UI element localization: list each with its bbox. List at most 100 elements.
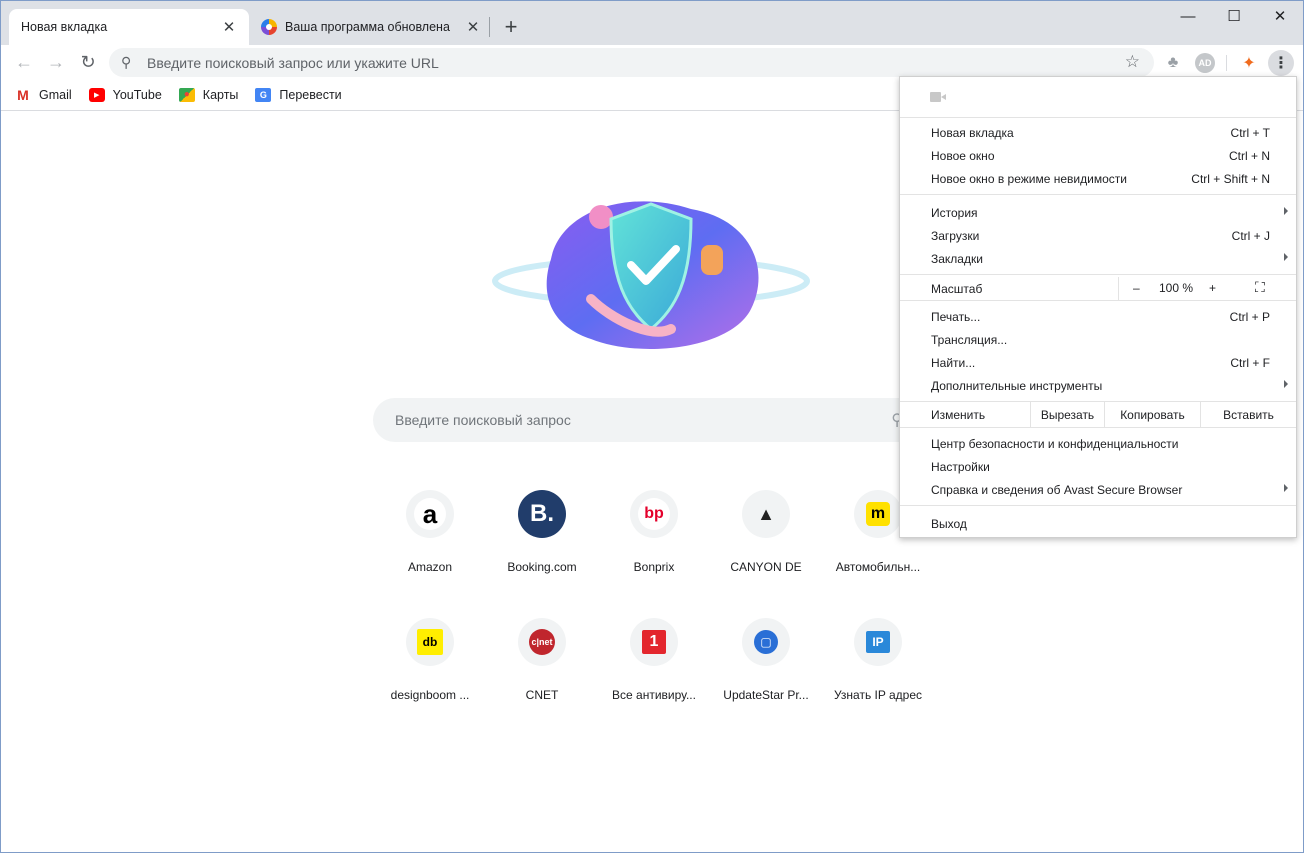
close-icon[interactable]: ✕ [465, 19, 481, 36]
menu-shortcut: Ctrl + N [1228, 148, 1270, 163]
ip-icon: IP [866, 631, 890, 653]
menu-item-incognito[interactable]: Новое окно в режиме невидимости Ctrl + S… [900, 167, 1296, 190]
camera-icon [930, 90, 946, 104]
forward-button[interactable]: → [43, 49, 69, 75]
menu-item-find[interactable]: Найти... Ctrl + F [900, 351, 1296, 374]
tile-icon-bg: bp [630, 490, 678, 538]
tile-label: Booking.com [507, 560, 577, 574]
tab-title: Новая вкладка [21, 20, 108, 34]
designboom-icon: db [417, 629, 443, 655]
tile-icon-bg: m [854, 490, 902, 538]
close-icon[interactable]: ✕ [221, 19, 237, 36]
cut-button[interactable]: Вырезать [1030, 402, 1104, 427]
search-icon: ⚲ [121, 54, 132, 70]
menu-zoom-row: Масштаб – 100 % + ⛶ [900, 277, 1296, 300]
paste-button[interactable]: Вставить [1200, 402, 1296, 427]
menu-divider [900, 300, 1296, 301]
address-bar[interactable]: ⚲ Введите поисковый запрос или укажите U… [109, 48, 1154, 77]
zoom-level: 100 % [1159, 281, 1194, 295]
shortcut-tile[interactable]: B. Booking.com [486, 490, 598, 602]
menu-label: Печать... [931, 309, 981, 324]
shortcut-tile[interactable]: bp Bonprix [598, 490, 710, 602]
shortcut-tile[interactable]: db designboom ... [374, 618, 486, 730]
fullscreen-icon[interactable]: ⛶ [1255, 279, 1265, 296]
menu-item-help[interactable]: Справка и сведения об Avast Secure Brows… [900, 478, 1296, 501]
menu-label: Настройки [931, 459, 990, 474]
bookmark-translate[interactable]: G Перевести [255, 87, 342, 102]
menu-item-print[interactable]: Печать... Ctrl + P [900, 305, 1296, 328]
menu-button[interactable]: ⋮ [1268, 50, 1294, 76]
submenu-arrow-icon [1284, 253, 1288, 261]
bookmark-youtube[interactable]: ▶ YouTube [88, 87, 162, 102]
shortcut-tile[interactable]: IP Узнать IP адрес [822, 618, 934, 730]
menu-shortcut: Ctrl + P [1229, 309, 1270, 324]
menu-divider [900, 117, 1296, 118]
menu-shortcut: Ctrl + F [1230, 355, 1270, 370]
menu-item-settings[interactable]: Настройки [900, 455, 1296, 478]
search-input[interactable]: Введите поисковый запрос ⚲ [373, 398, 933, 442]
menu-shortcut: Ctrl + Shift + N [1191, 171, 1270, 186]
bookmark-star-icon[interactable]: ☆ [1125, 52, 1140, 72]
tile-label: UpdateStar Pr... [723, 688, 809, 702]
menu-label: Новое окно в режиме невидимости [931, 171, 1127, 186]
browser-menu: Новая вкладка Ctrl + T Новое окно Ctrl +… [899, 76, 1297, 538]
menu-label: Выход [931, 516, 967, 531]
menu-label: Новая вкладка [931, 125, 1014, 140]
new-tab-button[interactable]: + [499, 14, 523, 39]
tab-new-tab[interactable]: Новая вкладка ✕ [9, 9, 249, 45]
menu-item-history[interactable]: История [900, 201, 1296, 224]
bookmark-gmail[interactable]: M Gmail [15, 87, 72, 103]
menu-label: Закладки [931, 251, 983, 266]
close-window-button[interactable]: ✕ [1257, 1, 1303, 31]
extension-ghost-icon[interactable]: ♣ [1163, 53, 1183, 73]
avast-icon [261, 19, 277, 35]
menu-item-new-tab[interactable]: Новая вкладка Ctrl + T [900, 121, 1296, 144]
copy-button[interactable]: Копировать [1104, 402, 1200, 427]
zoom-out-button[interactable]: – [1133, 281, 1140, 295]
menu-item-cast[interactable]: Трансляция... [900, 328, 1296, 351]
youtube-icon: ▶ [88, 87, 105, 102]
menu-label: Трансляция... [931, 332, 1008, 347]
tile-icon-bg: db [406, 618, 454, 666]
menu-divider [900, 505, 1296, 506]
antivirus-icon: 1 [642, 630, 666, 654]
bookmark-label: YouTube [112, 87, 162, 102]
shortcut-tile[interactable]: ▢ UpdateStar Pr... [710, 618, 822, 730]
menu-label: Загрузки [931, 228, 980, 243]
tile-label: Все антивиру... [612, 688, 696, 702]
back-button[interactable]: ← [11, 49, 37, 75]
bonprix-icon: bp [638, 498, 670, 530]
shortcut-tile[interactable]: c|net CNET [486, 618, 598, 730]
shortcut-tile[interactable]: 1 Все антивиру... [598, 618, 710, 730]
menu-item-exit[interactable]: Выход [900, 512, 1296, 535]
menu-item-more-tools[interactable]: Дополнительные инструменты [900, 374, 1296, 397]
shortcut-tile[interactable]: a Amazon [374, 490, 486, 602]
bookmark-maps[interactable]: ● Карты [178, 87, 239, 102]
tile-label: Amazon [407, 560, 453, 574]
booking-icon: B. [518, 490, 566, 538]
tab-update[interactable]: Ваша программа обновлена ✕ [251, 9, 491, 45]
adblock-icon[interactable]: AD [1195, 53, 1215, 73]
search-placeholder: Введите поисковый запрос [395, 412, 571, 428]
shortcut-tile[interactable]: ▲ CANYON DE [710, 490, 822, 602]
submenu-arrow-icon [1284, 380, 1288, 388]
tile-label: CNET [525, 688, 559, 702]
tile-icon-bg: 1 [630, 618, 678, 666]
tile-icon-bg: ▢ [742, 618, 790, 666]
submenu-arrow-icon [1284, 484, 1288, 492]
menu-item-downloads[interactable]: Загрузки Ctrl + J [900, 224, 1296, 247]
menu-item-security[interactable]: Центр безопасности и конфиденциальности [900, 432, 1296, 455]
minimize-button[interactable]: — [1165, 1, 1211, 31]
menu-item-bookmarks[interactable]: Закладки [900, 247, 1296, 270]
zoom-in-button[interactable]: + [1209, 281, 1216, 295]
bookmark-label: Карты [202, 87, 239, 102]
canyon-icon: ▲ [750, 498, 782, 530]
tile-label: Bonprix [633, 560, 675, 574]
menu-divider [900, 194, 1296, 195]
avast-extension-icon[interactable]: ✦ [1239, 53, 1259, 73]
maximize-button[interactable]: ☐ [1211, 1, 1257, 31]
amazon-icon: a [414, 498, 446, 530]
menu-item-new-window[interactable]: Новое окно Ctrl + N [900, 144, 1296, 167]
reload-button[interactable]: ↻ [75, 49, 101, 75]
zoom-controls: – 100 % + ⛶ [1118, 277, 1298, 300]
